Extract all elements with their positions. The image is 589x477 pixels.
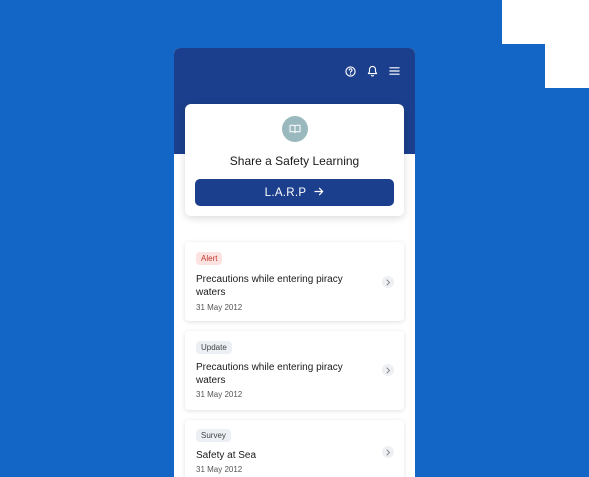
survey-tag: Survey bbox=[196, 429, 231, 442]
feed-item-date: 31 May 2012 bbox=[196, 303, 243, 312]
feed-item-date: 31 May 2012 bbox=[196, 465, 243, 474]
feed-item-title: Safety at Sea bbox=[196, 450, 257, 461]
feed-item-title: Precautions while entering piracy waters bbox=[196, 274, 343, 298]
phone-screen: Share a Safety Learning L.A.R.P Alert Pr… bbox=[174, 48, 415, 477]
bell-icon[interactable] bbox=[365, 64, 379, 78]
corner-block bbox=[502, 0, 589, 44]
update-tag: Update bbox=[196, 341, 232, 354]
header-actions bbox=[343, 64, 401, 78]
larp-button[interactable]: L.A.R.P bbox=[195, 179, 394, 206]
larp-button-label: L.A.R.P bbox=[264, 186, 307, 199]
alert-tag: Alert bbox=[196, 252, 223, 265]
arrow-right-icon bbox=[314, 187, 324, 199]
feed-item-survey[interactable]: Survey Safety at Sea 31 May 2012 bbox=[185, 420, 404, 477]
feed-item-update[interactable]: Update Precautions while entering piracy… bbox=[185, 331, 404, 410]
share-learning-card: Share a Safety Learning L.A.R.P bbox=[185, 104, 404, 216]
chevron-right-icon[interactable] bbox=[382, 364, 394, 376]
share-title: Share a Safety Learning bbox=[229, 154, 360, 168]
feed-item-alert[interactable]: Alert Precautions while entering piracy … bbox=[185, 242, 404, 321]
chevron-right-icon[interactable] bbox=[382, 276, 394, 288]
book-icon bbox=[282, 116, 308, 142]
corner-block-step bbox=[545, 44, 589, 88]
help-icon[interactable] bbox=[343, 64, 357, 78]
feed-item-date: 31 May 2012 bbox=[196, 390, 243, 399]
feed-item-title: Precautions while entering piracy waters bbox=[196, 362, 343, 386]
menu-icon[interactable] bbox=[387, 64, 401, 78]
chevron-right-icon[interactable] bbox=[382, 446, 394, 458]
